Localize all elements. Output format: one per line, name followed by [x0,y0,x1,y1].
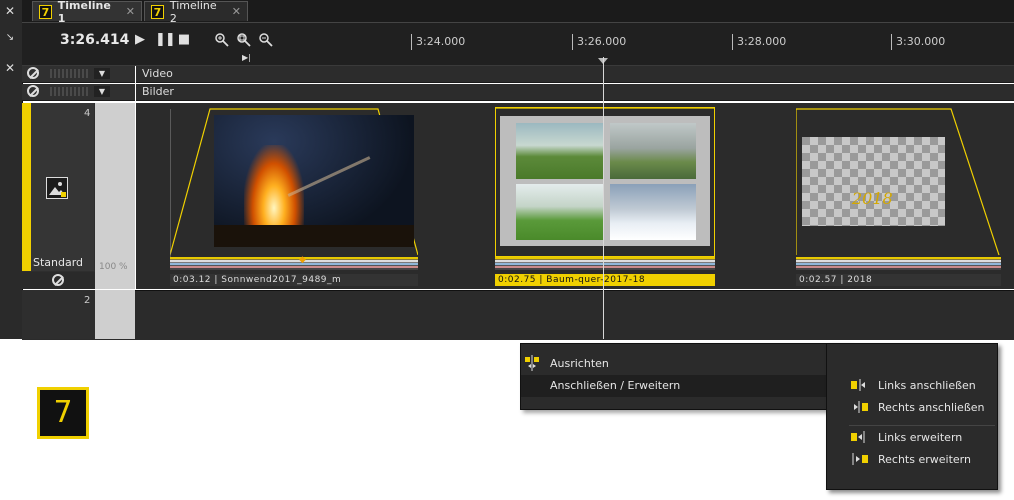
clip-label-bar[interactable]: 0:03.12 | Sonnwend2017_9489_m [170,274,418,286]
clip-baum-quer[interactable] [495,107,715,257]
zoom-percentage: 100 % [99,262,128,272]
zoom-out-icon[interactable] [258,32,273,48]
keyframe-icon[interactable]: ◆ [299,255,306,265]
close-icon[interactable]: ✕ [126,5,135,18]
clip-label-bar-selected[interactable]: 0:02.75 | Baum-quer-2017-18 [495,274,715,286]
track-selected-indicator [22,103,31,271]
track-grip[interactable] [50,69,88,78]
video-track-header: ▼ [22,66,135,83]
bilder-track-row[interactable]: Bilder [136,84,1014,101]
app-logo-badge: 7 [37,387,89,439]
close-panel-icon[interactable]: ✕ [2,60,18,76]
ruler-label: 3:24.000 [416,35,466,48]
playhead-line[interactable] [603,57,604,339]
snap-left-icon [851,379,869,391]
menu-item-ausrichten[interactable]: Ausrichten [521,353,849,375]
tab-label: Timeline 2 [169,0,217,25]
submenu-item-rechts-erweitern[interactable]: Rechts erweitern [827,449,997,471]
ruler-label: 3:28.000 [737,35,787,48]
pause-icon[interactable]: ❚❚ [155,32,176,48]
ruler-label: 3:26.000 [577,35,627,48]
submenu-item-label: Rechts anschließen [878,401,985,414]
submenu-item-label: Links anschließen [878,379,976,392]
close-icon[interactable]: ✕ [232,5,241,18]
context-menu: Ausrichten Anschließen / Erweitern ▶ [520,343,850,410]
track-2-header[interactable]: 2 [22,290,95,339]
image-track-icon [46,177,68,199]
chevron-down-icon[interactable]: ▼ [94,86,110,97]
dock-arrow-icon[interactable]: ↘ [2,30,18,46]
submenu-item-links-anschliessen[interactable]: Links anschließen [827,375,997,397]
ruler-tick [572,34,573,50]
ruler-tick [891,34,892,50]
submenu-item-label: Links erweitern [878,431,963,444]
transparent-thumbnail: 2018 [802,137,945,226]
bilder-track-header: ▼ [22,84,135,101]
clip-sonnwend[interactable] [170,107,418,257]
zoom-fit-icon[interactable] [236,32,251,48]
mute-icon[interactable] [52,274,64,286]
bilder-track-label: Bilder [142,85,174,98]
mute-icon[interactable] [27,67,39,79]
clip-label-bar[interactable]: 0:02.57 | 2018 [796,274,1001,286]
menu-divider [849,425,995,426]
play-icon[interactable]: ▶ [133,32,147,48]
track-number: 2 [84,295,91,306]
thumbnail-year-text: 2018 [852,189,893,208]
clip-curves[interactable] [495,257,715,270]
menu-item-label: Ausrichten [550,357,609,370]
tab-bar: 7 Timeline 1 ✕ 7 Timeline 2 ✕ [22,0,1014,25]
clip-curves[interactable] [796,257,1001,270]
timeline-logo-icon: 7 [151,4,164,19]
align-icon [525,355,541,371]
track-grip[interactable] [50,87,88,96]
submenu-item-label: Rechts erweitern [878,453,971,466]
tab-label: Timeline 1 [57,0,111,25]
timeline-logo-icon: 7 [39,4,52,19]
track-2-volume-area[interactable] [95,290,135,339]
track-preset-name: Standard [33,256,84,269]
left-side-strip: ✕ ↘ ✕ [0,0,23,339]
ruler-tick [411,34,412,50]
mute-icon[interactable] [27,85,39,97]
video-track-label: Video [142,67,173,80]
tab-timeline-1[interactable]: 7 Timeline 1 ✕ [32,0,142,25]
zoom-in-icon[interactable] [214,32,229,48]
extend-right-icon [851,453,869,465]
collage-thumbnail [500,116,710,246]
menu-item-anschliessen-erweitern[interactable]: Anschließen / Erweitern ▶ [521,375,849,397]
extend-left-icon [851,431,869,443]
video-track-row[interactable]: Video [136,66,1014,83]
collapse-icon[interactable]: ✕ [2,3,18,19]
chevron-down-icon[interactable]: ▼ [94,68,110,79]
track-2-row[interactable] [22,290,1014,340]
bonfire-thumbnail [214,115,414,247]
track-footer [22,272,95,289]
marker-icon: ▶| [242,53,251,62]
transport-toolbar: 3:26.414 ▶ ❚❚ ■ ▶| 3:24.000 3:26.000 3:2… [22,23,1014,66]
ruler-tick [732,34,733,50]
timecode-display: 3:26.414 [60,32,130,48]
track-number: 4 [84,108,91,119]
context-submenu: Links anschließen Rechts anschließen Lin… [826,343,998,490]
ruler-label: 3:30.000 [896,35,946,48]
tab-timeline-2[interactable]: 7 Timeline 2 ✕ [144,0,248,25]
snap-right-icon [851,401,869,413]
submenu-item-links-erweitern[interactable]: Links erweitern [827,427,997,449]
menu-item-label: Anschließen / Erweitern [550,379,681,392]
submenu-item-rechts-anschliessen[interactable]: Rechts anschließen [827,397,997,419]
stop-icon[interactable]: ■ [177,32,191,48]
clip-curves[interactable] [170,257,418,270]
clip-2018[interactable]: 2018 [796,107,1001,257]
